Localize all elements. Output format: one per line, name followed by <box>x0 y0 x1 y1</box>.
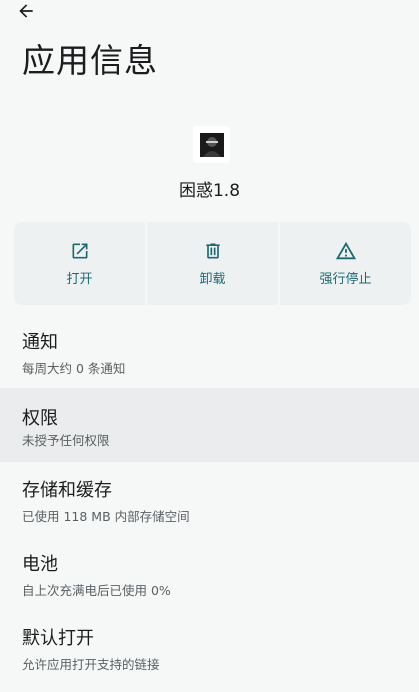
back-arrow-icon <box>19 4 33 18</box>
back-button[interactable] <box>14 0 38 22</box>
app-action-bar: 打开 卸载 强行停止 <box>14 222 411 305</box>
settings-item-title: 电池 <box>22 554 58 575</box>
settings-item-battery[interactable]: 电池 自上次充满电后已使用 0% <box>0 544 419 618</box>
settings-item-storage[interactable]: 存储和缓存 已使用 118 MB 内部存储空间 <box>0 470 419 544</box>
settings-item-subtitle: 每周大约 0 条通知 <box>22 361 126 376</box>
settings-item-notifications[interactable]: 通知 每周大约 0 条通知 <box>0 322 419 396</box>
warning-icon <box>335 240 357 262</box>
settings-item-subtitle: 已使用 118 MB 内部存储空间 <box>22 509 190 524</box>
uninstall-button[interactable]: 卸载 <box>147 222 278 305</box>
settings-item-subtitle: 自上次充满电后已使用 0% <box>22 583 171 598</box>
force-stop-button[interactable]: 强行停止 <box>280 222 411 305</box>
settings-item-permissions[interactable]: 权限 未授予任何权限 <box>0 388 419 462</box>
settings-item-subtitle: 允许应用打开支持的链接 <box>22 657 160 672</box>
settings-item-subtitle: 未授予任何权限 <box>22 433 110 448</box>
open-button[interactable]: 打开 <box>14 222 145 305</box>
settings-item-title: 权限 <box>22 408 58 429</box>
force-stop-button-label: 强行停止 <box>319 272 372 287</box>
app-name: 困惑1.8 <box>178 181 241 201</box>
page-title: 应用信息 <box>22 41 158 80</box>
uninstall-button-label: 卸载 <box>199 272 226 287</box>
open-button-label: 打开 <box>66 272 93 287</box>
settings-item-title: 存储和缓存 <box>22 480 112 501</box>
app-icon <box>193 126 230 163</box>
settings-item-title: 通知 <box>22 332 58 353</box>
settings-item-title: 默认打开 <box>22 628 94 649</box>
open-external-icon <box>69 240 91 262</box>
settings-item-open-by-default[interactable]: 默认打开 允许应用打开支持的链接 <box>0 618 419 692</box>
trash-icon <box>202 240 224 262</box>
